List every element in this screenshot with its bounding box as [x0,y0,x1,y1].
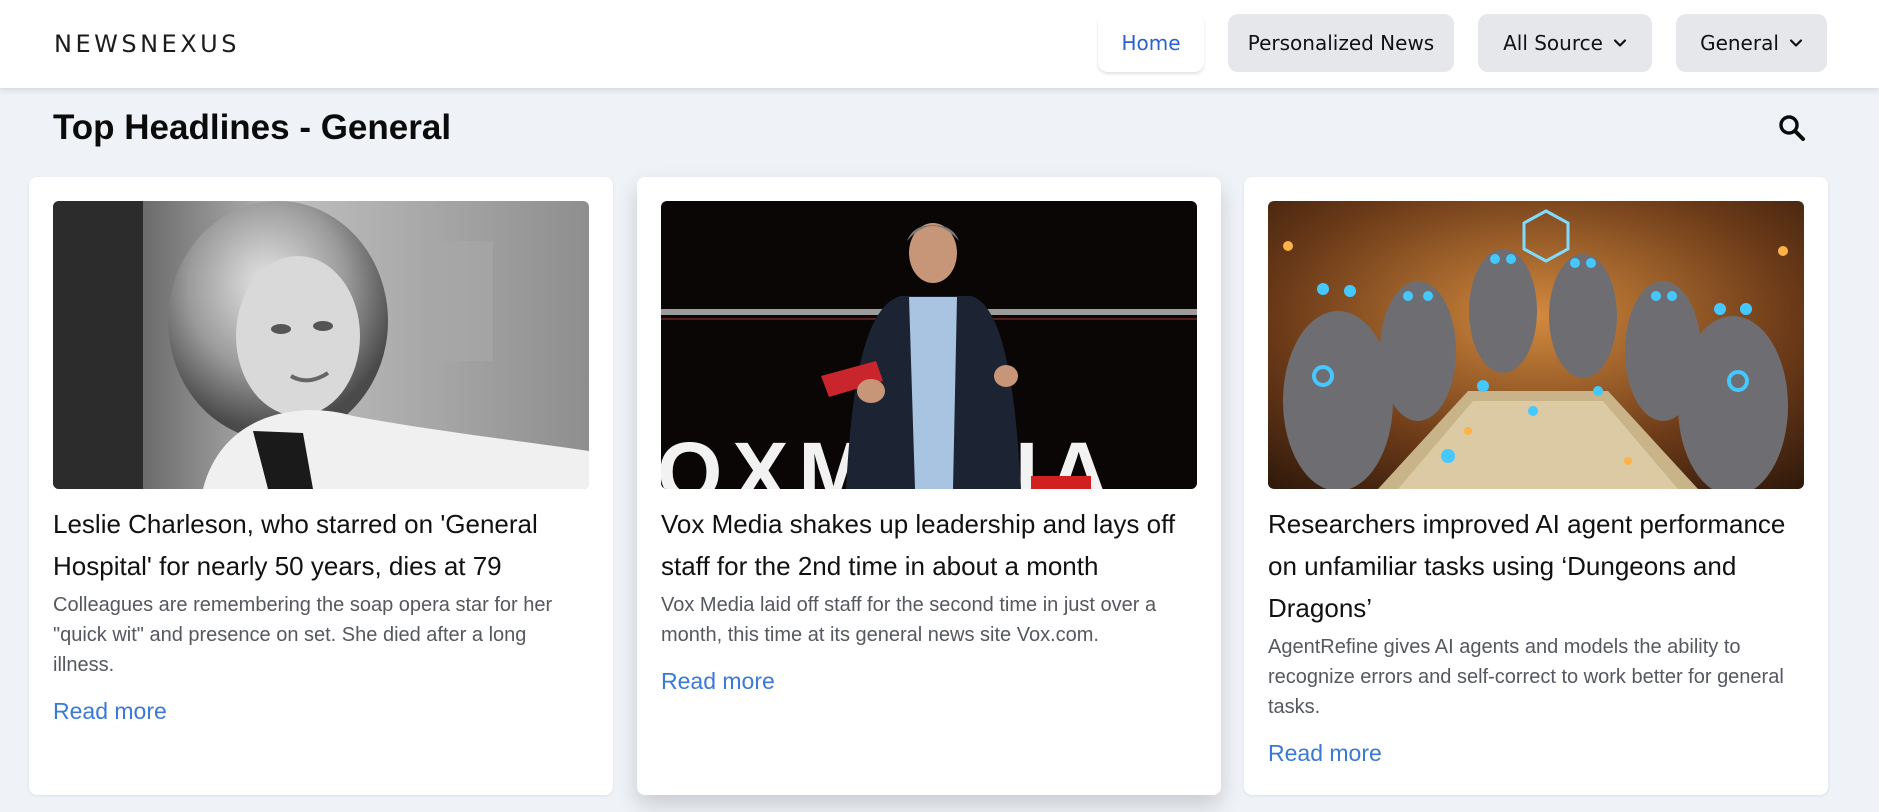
article-description: AgentRefine gives AI agents and models t… [1268,636,1784,718]
search-button[interactable] [1778,114,1806,144]
nav-personalized-news-button[interactable]: Personalized News [1228,14,1454,72]
read-more-link[interactable]: Read more [53,698,167,725]
article-image[interactable] [53,201,589,489]
article-title[interactable]: Researchers improved AI agent performanc… [1268,503,1808,629]
page-title: Top Headlines - General [53,108,452,147]
article-title[interactable]: Leslie Charleson, who starred on 'Genera… [53,503,593,587]
article-description: Colleagues are remembering the soap oper… [53,594,553,676]
article-card[interactable]: OXMEDIA Vox Media shakes up leadership a… [637,177,1221,795]
portrait-image [53,201,589,489]
article-card[interactable]: Researchers improved AI agent performanc… [1244,177,1828,795]
source-dropdown[interactable]: All Source [1478,14,1652,72]
brand-logo[interactable]: NEWSNEXUS [54,30,240,58]
search-icon [1779,115,1805,141]
chevron-down-icon [1789,39,1803,47]
read-more-link[interactable]: Read more [1268,740,1382,767]
chevron-down-icon [1613,39,1627,47]
category-dropdown-label: General [1700,31,1779,55]
category-dropdown[interactable]: General [1676,14,1827,72]
article-image[interactable]: OXMEDIA [661,201,1197,489]
nav-home-button[interactable]: Home [1098,14,1204,72]
article-title[interactable]: Vox Media shakes up leadership and lays … [661,503,1201,587]
article-image[interactable] [1268,201,1804,489]
nav-home-label: Home [1121,31,1181,55]
stage-speaker-image: OXMEDIA [661,201,1197,489]
read-more-link[interactable]: Read more [661,668,775,695]
article-description: Vox Media laid off staff for the second … [661,594,1157,646]
nav-personalized-label: Personalized News [1247,31,1435,55]
robots-game-image [1268,201,1804,489]
page-scrollbar[interactable] [1874,0,1879,812]
source-dropdown-label: All Source [1503,31,1603,55]
article-card[interactable]: Leslie Charleson, who starred on 'Genera… [29,177,613,795]
top-navbar: NEWSNEXUS Home Personalized News All Sou… [0,0,1879,88]
